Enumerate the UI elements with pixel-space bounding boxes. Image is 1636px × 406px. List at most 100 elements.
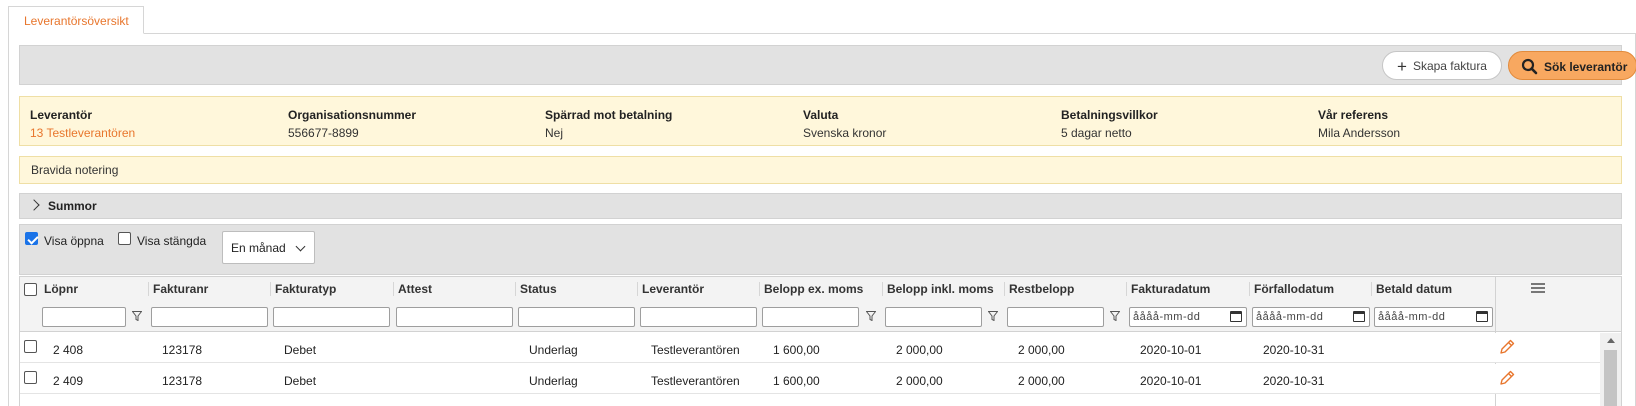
column-separator: [759, 282, 760, 296]
column-separator: [1371, 282, 1372, 296]
cell-belopp-inkl-moms: 2 000,00: [896, 374, 943, 388]
supplier-field: Leverantör 13 Testleverantören: [30, 108, 135, 140]
cell-lopnr: 2 408: [53, 343, 84, 357]
pencil-icon[interactable]: [1498, 369, 1516, 387]
supplier-link[interactable]: 13 Testleverantören: [30, 126, 135, 140]
payment-block-field: Spärrad mot betalning Nej: [545, 108, 672, 140]
column-separator: [1004, 282, 1005, 296]
cell-belopp-ex-moms: 1 600,00: [773, 374, 820, 388]
row-checkbox[interactable]: [24, 371, 37, 384]
pencil-icon[interactable]: [1498, 338, 1516, 356]
period-select[interactable]: En månad: [222, 231, 315, 264]
our-reference-label: Vår referens: [1318, 108, 1389, 122]
column-separator: [882, 282, 883, 296]
cell-status: Underlag: [529, 374, 578, 388]
column-separator: [1126, 282, 1127, 296]
cell-leverantor: Testleverantören: [651, 343, 740, 357]
table-row[interactable]: 2 408 123178 Debet Underlag Testleverant…: [20, 333, 1600, 363]
column-menu-icon[interactable]: [1531, 283, 1545, 295]
cell-forfallodatum: 2020-10-31: [1263, 374, 1325, 388]
funnel-icon[interactable]: [132, 311, 142, 321]
plus-icon: +: [1397, 57, 1407, 76]
search-icon: [1521, 58, 1538, 75]
scroll-up-icon[interactable]: [1607, 338, 1615, 343]
column-header-fakturatyp[interactable]: Fakturatyp: [272, 277, 336, 299]
scrollbar-thumb[interactable]: [1604, 350, 1617, 406]
funnel-icon[interactable]: [988, 311, 998, 321]
search-supplier-button[interactable]: Sök leverantör: [1508, 51, 1636, 80]
cell-leverantor: Testleverantören: [651, 374, 740, 388]
cell-fakturadatum: 2020-10-01: [1140, 374, 1202, 388]
column-header-forfallodatum[interactable]: Förfallodatum: [1251, 277, 1334, 299]
calendar-icon[interactable]: [1353, 311, 1365, 322]
our-reference-field: Vår referens Mila Andersson: [1318, 108, 1400, 140]
filter-input-fakturanr[interactable]: [151, 307, 268, 327]
payment-terms-value: 5 dagar netto: [1061, 126, 1132, 140]
cell-fakturatyp: Debet: [284, 343, 317, 357]
cell-fakturatyp: Debet: [284, 374, 317, 388]
column-separator: [393, 282, 394, 296]
column-header-lopnr[interactable]: Löpnr: [41, 277, 78, 299]
cell-lopnr: 2 409: [53, 374, 84, 388]
currency-label: Valuta: [803, 108, 839, 122]
cell-belopp-ex-moms: 1 600,00: [773, 343, 820, 357]
row-checkbox[interactable]: [24, 340, 37, 353]
tab-leverantorsoversikt[interactable]: Leverantörsöversikt: [8, 6, 144, 34]
payment-terms-field: Betalningsvillkor 5 dagar netto: [1061, 108, 1158, 140]
cell-status: Underlag: [529, 343, 578, 357]
select-all-checkbox[interactable]: [24, 283, 37, 296]
cell-fakturanr: 123178: [162, 343, 203, 357]
cell-belopp-inkl-moms: 2 000,00: [896, 343, 943, 357]
currency-value: Svenska kronor: [803, 126, 887, 140]
filter-bar: Visa öppna Visa stängda En månad: [19, 224, 1622, 275]
column-header-leverantor[interactable]: Leverantör: [639, 277, 704, 299]
cell-fakturadatum: 2020-10-01: [1140, 343, 1202, 357]
search-supplier-label: Sök leverantör: [1544, 60, 1628, 74]
column-header-restbelopp[interactable]: Restbelopp: [1006, 277, 1074, 299]
create-invoice-label: Skapa faktura: [1412, 59, 1487, 73]
org-number-field: Organisationsnummer 556677-8899: [288, 108, 416, 140]
tab-bar: Leverantörsöversikt: [0, 0, 1636, 34]
supplier-label: Leverantör: [30, 108, 93, 122]
currency-field: Valuta Svenska kronor: [803, 108, 886, 140]
filter-input-restbelopp[interactable]: [1007, 307, 1104, 327]
supplier-note: Bravida notering: [19, 156, 1622, 184]
show-open-checkbox[interactable]: [25, 232, 38, 245]
column-separator: [1249, 282, 1250, 296]
table-row[interactable]: 2 409 123178 Debet Underlag Testleverant…: [20, 364, 1600, 394]
column-separator: [637, 282, 638, 296]
column-header-status[interactable]: Status: [517, 277, 557, 299]
table-header: Löpnr Fakturanr Fakturatyp Attest Status…: [20, 276, 1621, 332]
column-header-betald-datum[interactable]: Betald datum: [1373, 277, 1452, 299]
org-number-value: 556677-8899: [288, 126, 359, 140]
column-header-belopp-ex-moms[interactable]: Belopp ex. moms: [761, 277, 863, 299]
period-select-value: En månad: [231, 241, 286, 255]
payment-terms-label: Betalningsvillkor: [1061, 108, 1158, 122]
table-scrollbar[interactable]: [1600, 333, 1621, 406]
column-header-fakturanr[interactable]: Fakturanr: [150, 277, 208, 299]
summary-toggle[interactable]: Summor: [19, 193, 1622, 219]
filter-input-leverantor[interactable]: [640, 307, 757, 327]
filter-input-lopnr[interactable]: [42, 307, 126, 327]
funnel-icon[interactable]: [1110, 311, 1120, 321]
show-closed-checkbox[interactable]: [118, 232, 131, 245]
funnel-icon[interactable]: [866, 311, 876, 321]
filter-input-attest[interactable]: [396, 307, 513, 327]
cell-restbelopp: 2 000,00: [1018, 343, 1065, 357]
calendar-icon[interactable]: [1230, 311, 1242, 322]
cell-restbelopp: 2 000,00: [1018, 374, 1065, 388]
our-reference-value: Mila Andersson: [1318, 126, 1401, 140]
filter-input-fakturatyp[interactable]: [273, 307, 390, 327]
column-header-attest[interactable]: Attest: [395, 277, 432, 299]
show-closed-label: Visa stängda: [137, 234, 207, 248]
calendar-icon[interactable]: [1476, 311, 1488, 322]
column-separator: [515, 282, 516, 296]
filter-input-status[interactable]: [518, 307, 635, 327]
show-open-label: Visa öppna: [44, 234, 104, 248]
filter-input-belopp-ex-moms[interactable]: [762, 307, 859, 327]
column-header-fakturadatum[interactable]: Fakturadatum: [1128, 277, 1210, 299]
filter-input-belopp-inkl-moms[interactable]: [885, 307, 982, 327]
column-header-belopp-inkl-moms[interactable]: Belopp inkl. moms: [884, 277, 994, 299]
chevron-right-icon: [28, 199, 40, 211]
create-invoice-button[interactable]: + Skapa faktura: [1382, 51, 1502, 80]
